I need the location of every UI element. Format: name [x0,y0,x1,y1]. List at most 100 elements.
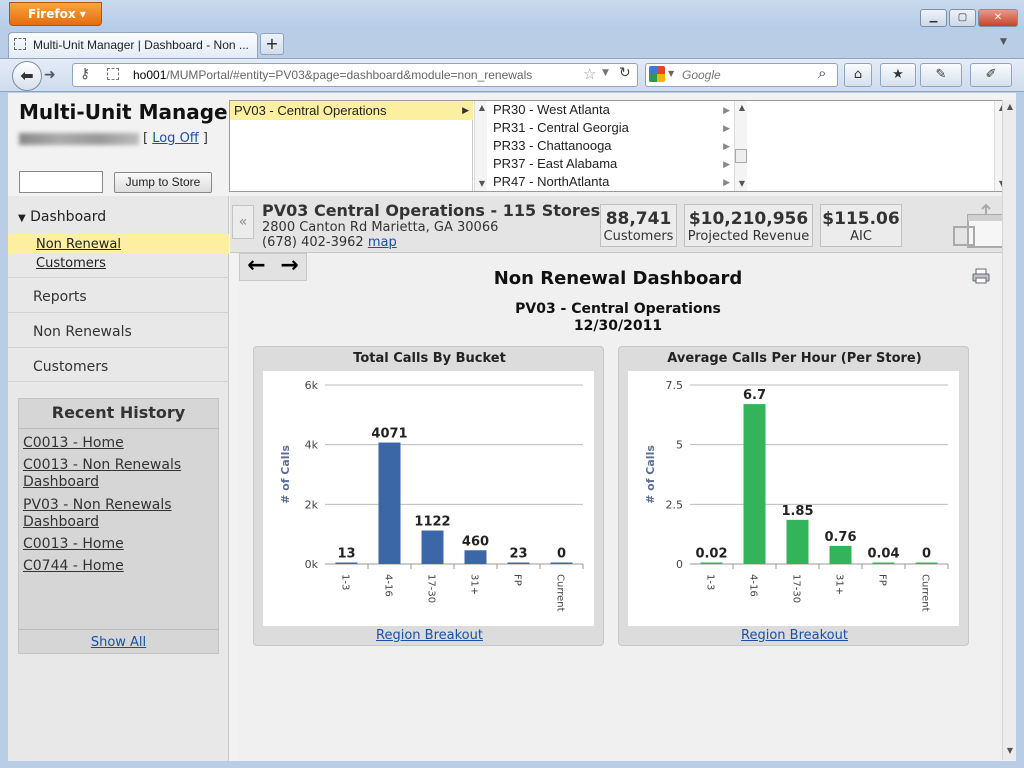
region-scrollbar[interactable]: ▲ ▼ [734,101,747,191]
caret-down-icon: ▼ [18,213,26,224]
history-link[interactable]: C0744 - Home [23,558,213,575]
reload-icon[interactable]: ↻ [619,65,631,81]
bar [829,545,852,564]
y-tick-label: 7.5 [666,379,684,392]
column-scrollbar[interactable]: ▲ ▼ [474,101,487,191]
sidebar-link-customers[interactable]: Customers [36,256,106,271]
google-icon[interactable] [649,66,665,82]
region-label: PR37 - East Alabama [493,156,618,171]
forward-button[interactable]: ➜ [44,65,64,85]
entity-phone: (678) 402-3962 [262,235,364,250]
scroll-thumb[interactable] [735,149,747,163]
entity-phone-row: (678) 402-3962 map [262,235,397,250]
data-label: 13 [337,547,355,562]
region-label: PR47 - NorthAtlanta [493,174,610,189]
window-controls: ▁ ▢ ✕ [920,9,1018,27]
x-tick-label: Current [920,574,931,612]
dashboard-title: Non Renewal Dashboard [493,268,743,289]
sidebar-item-non-renewals[interactable]: Non Renewals [8,312,229,347]
history-link[interactable]: C0013 - Home [23,536,213,553]
scroll-down-icon[interactable]: ▼ [475,177,489,191]
region-list-item[interactable]: PR31 - Central Georgia ▶ [488,119,734,137]
tab-list-icon[interactable]: ▼ [1000,37,1007,47]
bookmark-star-icon[interactable]: ☆ [583,65,596,83]
back-arrow-icon[interactable]: ← [240,254,273,280]
show-all-link[interactable]: Show All [91,635,146,650]
maximize-button[interactable]: ▢ [949,9,976,27]
sidebar-item-reports[interactable]: Reports [8,277,229,312]
chevron-right-icon: ▶ [723,105,730,115]
history-dropdown-icon[interactable]: ▼ [602,68,609,78]
bracket-close: ] [202,131,208,146]
bracket-open: [ [143,131,149,146]
home-button[interactable]: ⌂ [844,63,872,87]
url-bar[interactable]: ho001/MUMPortal/#entity=PV03&page=dashbo… [72,63,638,87]
region-breakout-link[interactable]: Region Breakout [376,628,483,643]
stat-customers: 88,741 Customers [600,204,677,247]
expand-right-icon: ▶ [462,105,469,115]
scroll-up-icon[interactable]: ▲ [735,101,749,115]
stat-projected-revenue: $10,210,956 Projected Revenue [684,204,813,247]
key-icon[interactable]: ⚷ [80,66,90,82]
x-tick-label: 17-30 [426,574,437,603]
history-link[interactable]: C0013 - Non Renewals Dashboard [23,457,213,491]
collapse-sidebar-button[interactable]: « [232,205,254,239]
forward-arrow-icon[interactable]: → [273,254,306,280]
data-label: 4071 [371,427,407,442]
entity-selected-item[interactable]: PV03 - Central Operations ▶ [230,101,473,120]
history-link[interactable]: PV03 - Non Renewals Dashboard [23,497,213,531]
jump-to-store-button[interactable]: Jump to Store [114,172,212,193]
x-tick-label: 31+ [834,574,845,595]
map-link[interactable]: map [368,235,397,250]
region-list-item[interactable]: PR47 - NorthAtlanta ▶ [488,173,734,191]
scroll-up-icon[interactable]: ▲ [1003,100,1017,114]
tools-button[interactable]: ✐ [970,63,1012,87]
page-icon [14,38,26,50]
sidebar-item-customers[interactable]: Customers [8,347,229,382]
sidebar-link-non-renewal[interactable]: Non Renewal [36,237,121,252]
region-list: PR30 - West Atlanta ▶ PR31 - Central Geor… [488,101,734,191]
entity-selected-label: PV03 - Central Operations [234,103,387,118]
back-button[interactable]: ⬅ [12,61,42,91]
x-tick-label: Current [555,574,566,612]
y-axis-label: # of Calls [279,445,292,504]
y-axis-label: # of Calls [644,445,657,504]
search-engine-dropdown-icon[interactable]: ▼ [668,69,674,78]
bookmarks-button[interactable]: ★ [880,63,916,87]
stat-label: AIC [850,229,872,244]
data-label: 0.04 [867,547,899,562]
y-tick-label: 6k [305,379,319,392]
bar [915,562,938,564]
tab-active[interactable]: Multi-Unit Manager | Dashboard - Non ... [8,32,258,58]
region-breakout-link[interactable]: Region Breakout [741,628,848,643]
firefox-menu-button[interactable]: Firefox ▾ [9,2,102,26]
window-titlebar [0,0,1024,30]
region-breakout-wrapper: Region Breakout [619,628,970,643]
data-label: 1122 [414,515,450,530]
history-link[interactable]: C0013 - Home [23,435,213,452]
store-number-input[interactable] [19,171,103,193]
scroll-down-icon[interactable]: ▼ [1003,744,1017,758]
minimize-button[interactable]: ▁ [920,9,947,27]
x-tick-label: 4-16 [748,574,759,597]
popout-windows-icon[interactable] [952,203,1008,249]
sidebar-dashboard[interactable]: ▼ Dashboard [18,209,106,225]
region-list-item[interactable]: PR30 - West Atlanta ▶ [488,101,734,119]
print-icon[interactable] [972,268,990,284]
scroll-down-icon[interactable]: ▼ [735,177,749,191]
recent-history-title: Recent History [51,403,186,422]
site-identity-icon[interactable] [107,68,119,80]
data-label: 0.02 [695,547,727,562]
scroll-up-icon[interactable]: ▲ [475,101,489,115]
page-scrollbar[interactable]: ▲ ▼ [1002,100,1016,760]
y-tick-label: 5 [676,439,683,452]
chevron-right-icon: ▶ [723,159,730,169]
logoff-link[interactable]: Log Off [152,131,199,146]
region-list-item[interactable]: PR37 - East Alabama ▶ [488,155,734,173]
addon-button[interactable]: ✎ [920,63,962,87]
region-list-item[interactable]: PR33 - Chattanooga ▶ [488,137,734,155]
close-button[interactable]: ✕ [978,9,1018,27]
new-tab-button[interactable]: + [260,33,284,55]
chevron-right-icon: ▶ [723,177,730,187]
search-icon[interactable]: ⌕ [818,64,826,82]
